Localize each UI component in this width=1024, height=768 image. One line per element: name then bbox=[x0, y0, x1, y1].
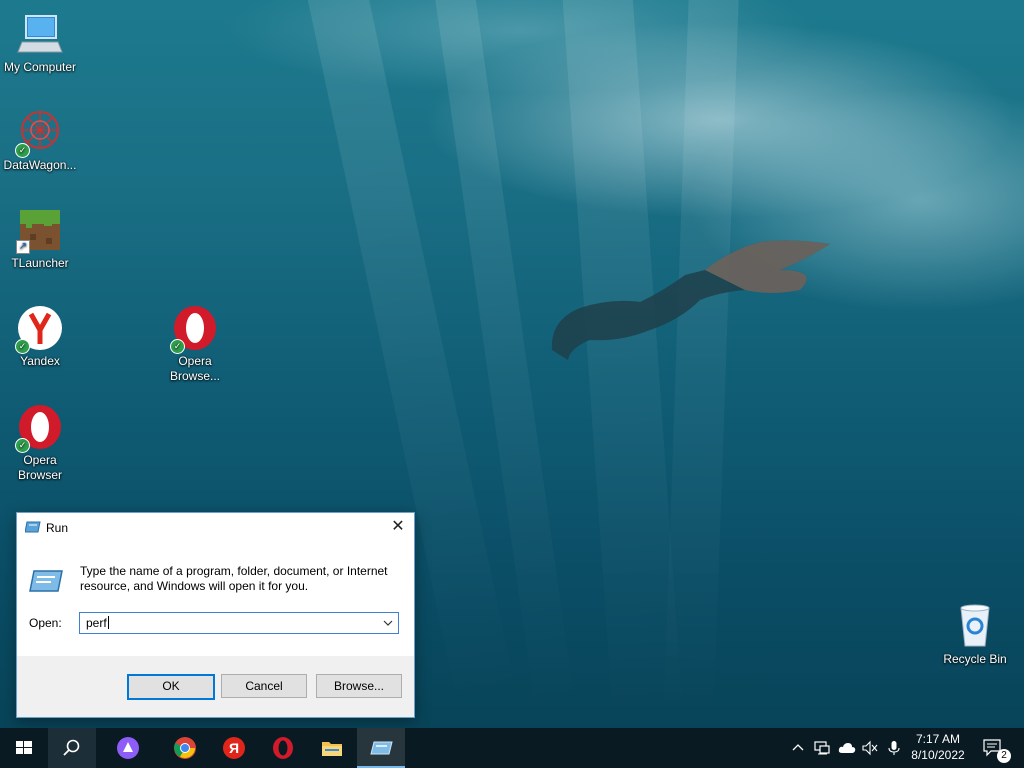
network-icon bbox=[814, 741, 830, 755]
run-large-icon bbox=[29, 570, 63, 592]
open-combobox[interactable]: perf bbox=[79, 612, 399, 634]
file-explorer-icon bbox=[322, 742, 342, 756]
alice-assistant-icon bbox=[117, 737, 139, 759]
file-explorer-taskbar-button[interactable] bbox=[308, 728, 356, 768]
clock-date: 8/10/2022 bbox=[911, 748, 965, 762]
open-input[interactable]: perf bbox=[86, 616, 109, 630]
svg-text:Я: Я bbox=[229, 740, 239, 756]
alice-assistant-button[interactable] bbox=[104, 728, 152, 768]
datawagon-icon: ✓ bbox=[15, 108, 64, 158]
sync-check-icon: ✓ bbox=[15, 143, 30, 158]
onedrive-icon bbox=[838, 743, 856, 753]
run-app-icon bbox=[370, 741, 393, 755]
run-description: Type the name of a program, folder, docu… bbox=[80, 564, 388, 593]
volume-muted-icon bbox=[862, 740, 878, 756]
volume-tray-button[interactable] bbox=[858, 728, 882, 768]
opera-icon: ✓ bbox=[15, 403, 64, 453]
network-tray-button[interactable] bbox=[810, 728, 834, 768]
yandex-icon: ✓ bbox=[15, 304, 64, 354]
chevron-down-icon[interactable] bbox=[380, 615, 396, 631]
open-label: Open: bbox=[29, 616, 62, 630]
action-center-button[interactable]: 2 bbox=[980, 728, 1011, 768]
recycle-bin-desktop-icon[interactable]: Recycle Bin bbox=[935, 602, 1015, 667]
show-hidden-icons-button[interactable] bbox=[786, 728, 810, 768]
run-dialog-title: Run bbox=[46, 521, 69, 535]
desktop-icon-label: Opera Browser bbox=[17, 453, 62, 482]
system-clock[interactable]: 7:17 AM 8/10/2022 bbox=[900, 731, 976, 763]
start-button[interactable] bbox=[0, 728, 48, 768]
sync-check-icon: ✓ bbox=[170, 339, 185, 354]
sync-check-icon: ✓ bbox=[15, 438, 30, 453]
minecraft-block-icon: ↗ bbox=[16, 206, 64, 254]
sync-check-icon: ✓ bbox=[15, 339, 30, 354]
opera-browser-2-desktop-icon[interactable]: ✓ Opera Browse... bbox=[155, 304, 235, 384]
close-button[interactable]: ✕ bbox=[382, 513, 414, 542]
yandex-desktop-icon[interactable]: ✓ Yandex bbox=[0, 304, 80, 369]
opera-taskbar-button[interactable] bbox=[259, 728, 307, 768]
yandex-browser-icon: Я bbox=[223, 737, 245, 759]
chrome-icon bbox=[174, 737, 196, 759]
close-icon: ✕ bbox=[391, 518, 405, 535]
cancel-button[interactable]: Cancel bbox=[221, 674, 307, 698]
run-dialog-titlebar[interactable]: Run ✕ bbox=[17, 513, 414, 542]
desktop-icon-label: TLauncher bbox=[11, 256, 69, 270]
desktop-icon-label: Recycle Bin bbox=[943, 652, 1007, 666]
chevron-up-icon bbox=[792, 744, 804, 751]
run-dialog: Run ✕ Type the name of a program, folder… bbox=[16, 512, 415, 718]
clock-time: 7:17 AM bbox=[915, 732, 961, 746]
windows-logo-icon bbox=[16, 741, 32, 754]
desktop-icon-label: Opera Browse... bbox=[169, 354, 220, 383]
opera-icon: ✓ bbox=[170, 304, 219, 354]
yandex-browser-taskbar-button[interactable]: Я bbox=[210, 728, 258, 768]
desktop-icon-label: Yandex bbox=[20, 354, 60, 368]
computer-icon bbox=[16, 10, 64, 58]
recycle-bin-icon bbox=[951, 602, 999, 650]
shortcut-arrow-icon: ↗ bbox=[16, 240, 30, 254]
tlauncher-desktop-icon[interactable]: ↗ TLauncher bbox=[0, 206, 80, 271]
onedrive-tray-button[interactable] bbox=[834, 728, 858, 768]
run-icon bbox=[25, 521, 41, 533]
taskbar: Я 7:17 AM 8/10/2022 2 bbox=[0, 728, 1024, 768]
ok-button[interactable]: OK bbox=[127, 674, 215, 700]
my-computer-desktop-icon[interactable]: My Computer bbox=[0, 10, 80, 75]
chrome-taskbar-button[interactable] bbox=[161, 728, 209, 768]
search-button[interactable] bbox=[48, 728, 96, 768]
datawagon-desktop-icon[interactable]: ✓ DataWagon... bbox=[0, 108, 80, 173]
desktop-icon-label: My Computer bbox=[3, 60, 77, 74]
search-icon bbox=[63, 739, 80, 756]
run-taskbar-button[interactable] bbox=[357, 728, 405, 768]
opera-icon bbox=[273, 737, 293, 759]
diver-image bbox=[551, 240, 830, 360]
notification-count-badge: 2 bbox=[997, 749, 1011, 763]
browse-button[interactable]: Browse... bbox=[316, 674, 402, 698]
opera-browser-desktop-icon[interactable]: ✓ Opera Browser bbox=[0, 403, 80, 483]
desktop-icon-label: DataWagon... bbox=[3, 158, 77, 172]
